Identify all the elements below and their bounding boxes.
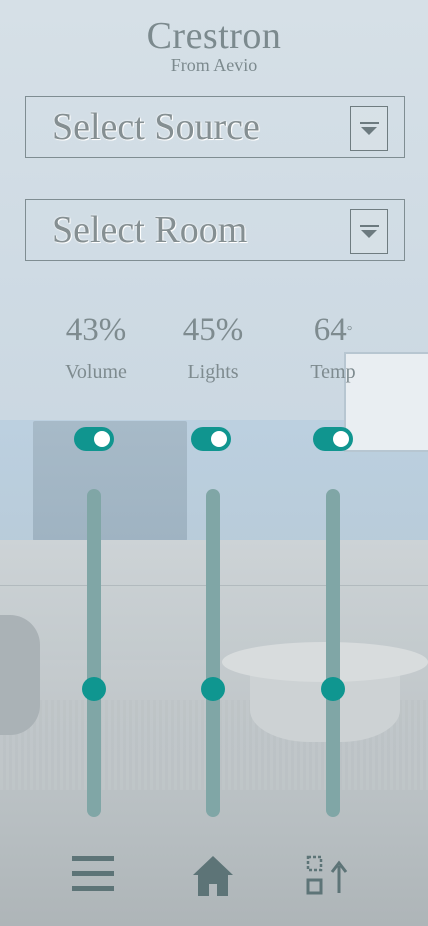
dropdown-caret-icon [360, 122, 379, 136]
select-room-button[interactable] [350, 209, 388, 254]
volume-toggle[interactable] [74, 427, 114, 451]
toggle-knob [211, 431, 227, 447]
dropdown-caret-icon [360, 225, 379, 239]
volume-label: Volume [65, 361, 127, 383]
select-source-dropdown[interactable]: Select Source [25, 96, 405, 158]
volume-value: 43% [65, 312, 127, 348]
select-room-dropdown[interactable]: Select Room [25, 199, 405, 261]
temp-value-wrap: 64° [273, 310, 393, 350]
share-upload-icon [306, 855, 348, 895]
volume-slider-thumb[interactable] [82, 677, 106, 702]
temp-toggle[interactable] [313, 427, 353, 451]
toggle-knob [94, 431, 110, 447]
temp-value: 64 [313, 312, 347, 348]
home-button[interactable] [190, 852, 236, 898]
lights-slider[interactable] [201, 489, 225, 817]
share-button[interactable] [304, 852, 350, 898]
temp-label: Temp [310, 361, 356, 383]
lights-slider-thumb[interactable] [201, 677, 225, 702]
lights-value: 45% [182, 312, 244, 348]
lights-label: Lights [187, 361, 239, 383]
lights-toggle[interactable] [191, 427, 231, 451]
select-source-label: Select Source [52, 106, 260, 148]
volume-slider[interactable] [82, 489, 106, 817]
lights-readout: 45% Lights [153, 310, 273, 385]
temp-slider[interactable] [321, 489, 345, 817]
home-icon [193, 856, 233, 896]
volume-readout: 43% Volume [36, 310, 156, 385]
menu-button[interactable] [70, 852, 116, 898]
temp-readout: 64° Temp [273, 310, 393, 385]
toggle-knob [333, 431, 349, 447]
select-source-button[interactable] [350, 106, 388, 151]
table-top [222, 642, 428, 682]
temp-unit: ° [346, 324, 353, 339]
brand-header: Crestron From Aevio [0, 14, 428, 74]
brand-title: Crestron [146, 15, 282, 57]
menu-icon [72, 856, 114, 891]
select-room-label: Select Room [52, 209, 248, 251]
sofa [0, 615, 40, 735]
brand-subtitle: From Aevio [170, 55, 258, 75]
temp-slider-thumb[interactable] [321, 677, 345, 702]
